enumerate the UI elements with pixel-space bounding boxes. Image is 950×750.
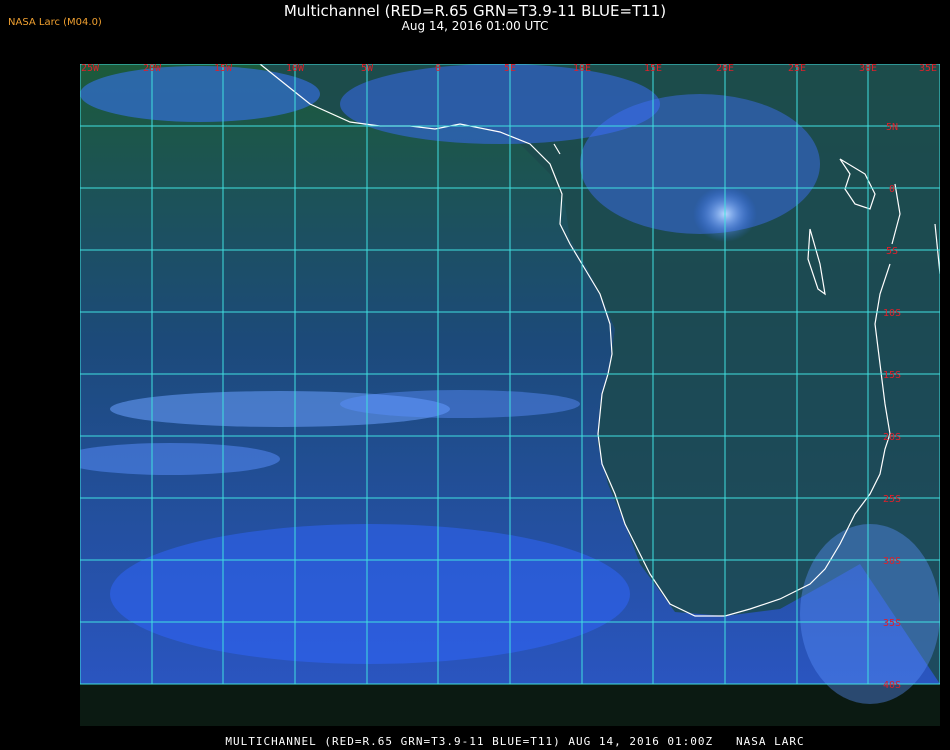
longitude-label: 15W <box>214 64 233 74</box>
map-bottom-strip <box>80 684 940 726</box>
latitude-label: 10S <box>883 308 901 319</box>
image-title: Multichannel (RED=R.65 GRN=T3.9-11 BLUE=… <box>283 2 667 20</box>
longitude-label: 15E <box>644 64 662 74</box>
longitude-label: 20E <box>716 64 734 74</box>
satellite-map: 25W 20W 15W 10W 5W 0 5E 10E 15E 20E 25E 30E 35E 5N 0 5… <box>80 64 940 726</box>
longitude-label: 10E <box>573 64 591 74</box>
latitude-label: 35S <box>883 618 901 629</box>
latitude-label: 15S <box>883 370 901 381</box>
longitude-label: 0 <box>435 64 441 74</box>
image-timestamp: Aug 14, 2016 01:00 UTC <box>401 19 549 33</box>
longitude-label: 5E <box>504 64 516 74</box>
longitude-label: 35E <box>919 64 937 74</box>
latitude-label: 20S <box>883 432 901 443</box>
latitude-label: 30S <box>883 556 901 567</box>
longitude-label: 25W <box>81 64 100 74</box>
latitude-label: 40S <box>883 680 901 691</box>
latitude-label: 25S <box>883 494 901 505</box>
longitude-label: 5W <box>361 64 374 74</box>
longitude-label: 25E <box>788 64 806 74</box>
latitude-label: 5N <box>886 122 898 133</box>
longitude-label: 30E <box>859 64 877 74</box>
longitude-label: 10W <box>286 64 305 74</box>
longitude-label: 20W <box>143 64 162 74</box>
latitude-label: 5S <box>886 246 898 257</box>
footer-caption: MULTICHANNEL (RED=R.65 GRN=T3.9-11 BLUE=… <box>225 735 805 748</box>
latitude-label: 0 <box>889 184 895 195</box>
